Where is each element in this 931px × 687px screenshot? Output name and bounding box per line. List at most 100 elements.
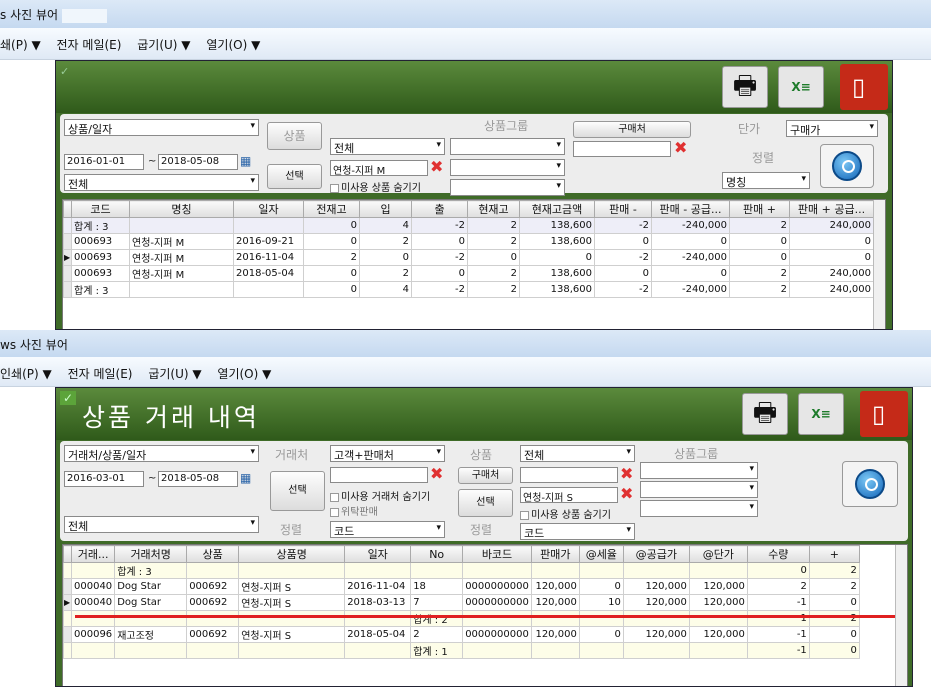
table-row[interactable]: 000693 연청-지퍼 M 2018-05-04 0 2 0 2 138,600 0 0 2 240… xyxy=(63,265,874,282)
product-text-2[interactable]: 연청-지퍼 S xyxy=(520,487,618,503)
column-header[interactable]: @세율 xyxy=(578,545,624,563)
row-header[interactable] xyxy=(63,233,72,250)
row-header[interactable] xyxy=(63,642,72,659)
hide-unused-partner-check[interactable]: 미사용 거래처 숨기기 xyxy=(330,488,430,503)
excel-button-2[interactable]: X≡ xyxy=(798,393,844,435)
menu-print-2[interactable]: 인쇄(P) ▼ xyxy=(0,367,52,381)
price-select[interactable]: 구매가 xyxy=(786,120,878,137)
type-select-2[interactable]: 거래처/상품/일자 xyxy=(64,445,259,462)
group-select-4[interactable] xyxy=(640,462,758,479)
table-row[interactable]: 합계 : 1 -1 0 xyxy=(63,642,860,659)
product-text[interactable]: 연청-지퍼 M xyxy=(330,160,428,176)
top-scrollbar[interactable] xyxy=(873,200,885,329)
column-header[interactable]: No xyxy=(410,545,464,563)
menu-open-2[interactable]: 열기(O) ▼ xyxy=(217,367,271,381)
column-header[interactable]: 코드 xyxy=(71,200,130,218)
bottom-scrollbar[interactable] xyxy=(895,545,907,686)
row-header[interactable] xyxy=(63,610,72,627)
table-row[interactable]: 합계 : 3 02 xyxy=(63,562,860,579)
hide-unused-check[interactable]: 미사용 상품 숨기기 xyxy=(330,179,421,194)
date-to-2[interactable]: 2018-05-08 xyxy=(158,471,238,487)
search-button-2[interactable] xyxy=(842,461,898,507)
column-header[interactable]: 출 xyxy=(411,200,468,218)
row-header[interactable] xyxy=(63,562,72,579)
column-header[interactable]: @공급가 xyxy=(622,545,690,563)
type-select[interactable]: 상품/일자 xyxy=(64,119,259,136)
group-select-2[interactable] xyxy=(450,159,565,176)
product-select[interactable]: 전체 xyxy=(330,138,445,155)
date-from[interactable]: 2016-01-01 xyxy=(64,154,144,170)
column-header[interactable]: 판매 + 공급... xyxy=(789,200,874,218)
column-header[interactable]: 상품 xyxy=(186,545,240,563)
print-button-2[interactable]: 🖶 xyxy=(742,393,788,435)
date-to[interactable]: 2018-05-08 xyxy=(158,154,238,170)
calendar-icon[interactable]: ▦ xyxy=(240,154,251,168)
row-pointer-icon[interactable]: ▶ xyxy=(63,594,72,611)
column-header[interactable]: 현재고 xyxy=(467,200,520,218)
exit-button-2[interactable]: ▯ xyxy=(860,391,908,437)
buyer-text-2[interactable] xyxy=(520,467,618,483)
clear-buyer-icon[interactable]: ✖ xyxy=(674,140,687,156)
table-row[interactable]: 000693 연청-지퍼 M 2016-09-21 0 2 0 2 138,600 0 0 0 0 xyxy=(63,233,874,250)
scope-select[interactable]: 전체 xyxy=(64,174,259,191)
excel-button[interactable]: X≡ xyxy=(778,66,824,108)
sort-select-2[interactable]: 코드 xyxy=(520,523,635,540)
column-header[interactable]: @단가 xyxy=(688,545,748,563)
table-row[interactable]: 합계 : 2 12 xyxy=(63,610,860,627)
group-select-5[interactable] xyxy=(640,481,758,498)
hide-unused-product-check[interactable]: 미사용 상품 숨기기 xyxy=(520,506,611,521)
group-select-6[interactable] xyxy=(640,500,758,517)
column-header[interactable]: 바코드 xyxy=(462,545,532,563)
search-button[interactable] xyxy=(820,144,874,188)
menu-open[interactable]: 열기(O) ▼ xyxy=(206,38,260,52)
column-header[interactable]: 명칭 xyxy=(129,200,234,218)
column-header[interactable]: 거래... xyxy=(70,545,116,563)
clear-buyer-icon-2[interactable]: ✖ xyxy=(620,466,633,482)
sort-select-1[interactable]: 코드 xyxy=(330,521,445,538)
column-header[interactable]: 판매 + xyxy=(729,200,790,218)
row-pointer-icon[interactable]: ▶ xyxy=(63,249,72,266)
menu-burn-2[interactable]: 굽기(U) ▼ xyxy=(148,367,201,381)
column-header[interactable]: 일자 xyxy=(233,200,304,218)
table-row[interactable]: 000040 Dog Star 000692 연청-지퍼 S 2016-11-04 18 0… xyxy=(63,578,860,595)
calendar-icon-2[interactable]: ▦ xyxy=(240,471,251,485)
group-select-1[interactable] xyxy=(450,138,565,155)
product-select-2[interactable]: 전체 xyxy=(520,445,635,462)
table-row[interactable]: 000096 재고조정 000692 연청-지퍼 S 2018-05-04 2 000000… xyxy=(63,626,860,643)
buyer-button-2[interactable]: 구매처 xyxy=(458,467,513,484)
column-header[interactable]: 일자 xyxy=(344,545,412,563)
menu-email[interactable]: 전자 메일(E) xyxy=(57,38,122,52)
row-header[interactable] xyxy=(63,578,72,595)
column-header[interactable]: 현재고금액 xyxy=(519,200,595,218)
column-header[interactable]: 입 xyxy=(359,200,412,218)
menu-email-2[interactable]: 전자 메일(E) xyxy=(68,367,133,381)
sort-select[interactable]: 명칭 xyxy=(722,172,810,189)
table-row[interactable]: 합계 : 3 0 4 -2 2 138,600 -2 -240,000 2 240,000 xyxy=(63,281,874,298)
row-header[interactable] xyxy=(63,265,72,282)
column-header[interactable]: 수량 xyxy=(746,545,810,563)
column-header[interactable]: 상품명 xyxy=(238,545,346,563)
table-row[interactable]: ▶ 000040 Dog Star 000692 연청-지퍼 S 2018-03-13 7 0… xyxy=(63,594,860,611)
column-header[interactable]: + xyxy=(808,545,860,563)
clear-icon[interactable]: ✖ xyxy=(430,159,443,175)
row-header[interactable] xyxy=(63,217,72,234)
buyer-button[interactable]: 구매처 xyxy=(573,121,691,138)
select-product-button[interactable]: 선택 xyxy=(458,489,513,517)
column-header[interactable]: 거래처명 xyxy=(114,545,188,563)
row-header[interactable] xyxy=(63,626,72,643)
group-select-3[interactable] xyxy=(450,179,565,196)
date-from-2[interactable]: 2016-03-01 xyxy=(64,471,144,487)
print-button[interactable]: 🖶 xyxy=(722,66,768,108)
exit-button[interactable]: ▯ xyxy=(840,64,888,110)
partner-text[interactable] xyxy=(330,467,428,483)
column-header[interactable]: 판매가 xyxy=(530,545,580,563)
column-header[interactable]: 판매 - 공급... xyxy=(651,200,730,218)
clear-product-icon[interactable]: ✖ xyxy=(620,486,633,502)
buyer-text[interactable] xyxy=(573,141,671,157)
column-header[interactable]: 전재고 xyxy=(303,200,360,218)
select-partner-button[interactable]: 선택 xyxy=(270,471,325,511)
clear-partner-icon[interactable]: ✖ xyxy=(430,466,443,482)
menu-burn[interactable]: 굽기(U) ▼ xyxy=(137,38,190,52)
column-header[interactable]: 판매 - xyxy=(594,200,652,218)
partner-select[interactable]: 고객+판매처 xyxy=(330,445,445,462)
